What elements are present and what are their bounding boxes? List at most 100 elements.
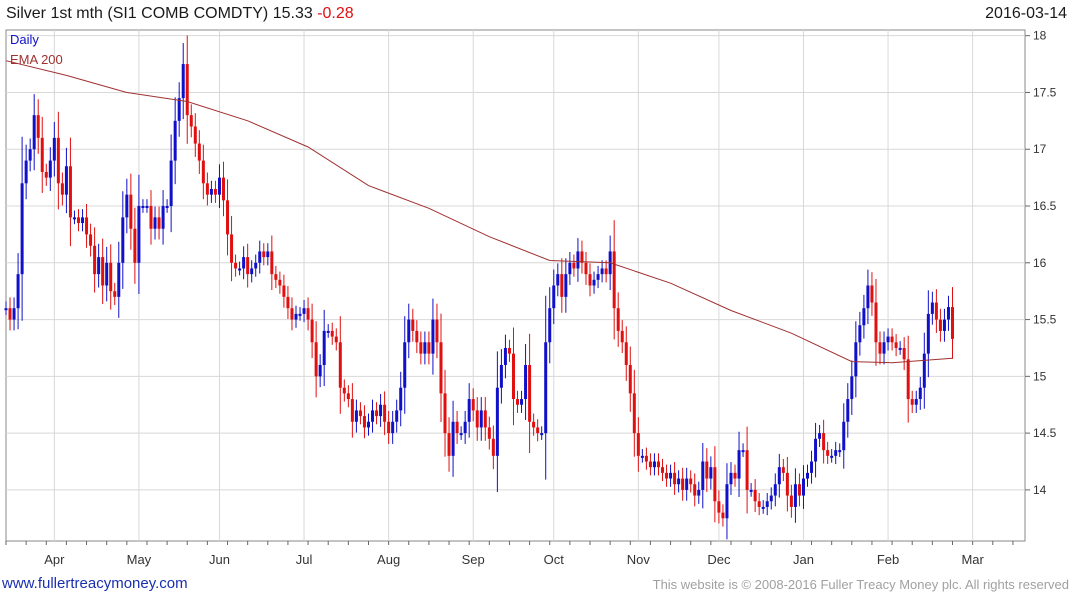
price-bar [930, 302, 934, 314]
price-bar [403, 342, 407, 388]
price-bar [689, 478, 693, 485]
price-bar [274, 274, 278, 280]
price-bar [471, 399, 475, 411]
x-tick-label: Oct [544, 552, 565, 567]
price-bar [177, 98, 181, 121]
x-tick-label: Feb [877, 552, 899, 567]
price-bar [161, 206, 165, 229]
price-bar [48, 160, 52, 178]
price-bar [648, 461, 652, 468]
price-bar [387, 421, 391, 434]
price-bar [858, 325, 862, 343]
price-bar [56, 137, 60, 184]
price-bar [544, 342, 548, 434]
price-bar [946, 307, 950, 320]
price-bar [781, 467, 785, 473]
price-bar [810, 461, 814, 473]
price-bar [669, 472, 673, 479]
price-bar [4, 308, 8, 311]
price-bar [52, 137, 56, 161]
price-bar [379, 404, 383, 417]
x-tick-label: Mar [961, 552, 984, 567]
y-tick-label: 15.5 [1033, 313, 1057, 327]
price-bar [725, 484, 729, 519]
price-bar [854, 342, 858, 377]
price-bar [624, 342, 628, 365]
price-bar [113, 291, 117, 297]
x-tick-label: Apr [44, 552, 65, 567]
price-bar [427, 342, 431, 354]
price-bar [346, 393, 350, 400]
price-bar [826, 450, 830, 456]
x-tick-label: May [127, 552, 152, 567]
price-bar [733, 472, 737, 479]
price-bar [818, 433, 822, 439]
price-bar [753, 489, 757, 502]
y-tick-label: 14 [1033, 483, 1047, 497]
price-bar [40, 137, 44, 172]
legend-daily: Daily [10, 32, 39, 47]
price-bar [842, 421, 846, 451]
price-bar [342, 387, 346, 394]
price-bar [777, 467, 781, 485]
price-bar [604, 268, 608, 275]
price-bar [487, 427, 491, 439]
price-bar [584, 262, 588, 275]
price-bar [511, 353, 515, 400]
price-bar [221, 177, 225, 201]
price-bar [89, 234, 93, 246]
price-bar [415, 330, 419, 343]
price-bar [81, 217, 85, 224]
price-bar [677, 478, 681, 485]
price-bar [548, 308, 552, 343]
price-bar [745, 450, 749, 490]
price-bar [906, 359, 910, 400]
price-bar [721, 512, 725, 519]
price-bar [250, 268, 254, 275]
price-bar [12, 308, 16, 320]
price-bar [350, 399, 354, 422]
y-tick-label: 16.5 [1033, 199, 1057, 213]
price-bar [294, 313, 298, 320]
price-bar [153, 217, 157, 229]
price-bar [330, 330, 334, 337]
price-bar [278, 279, 282, 286]
price-bar [729, 472, 733, 485]
price-bar [242, 257, 246, 269]
price-bar [238, 268, 242, 271]
price-bar [705, 461, 709, 479]
price-bar [407, 319, 411, 343]
price-bar [28, 149, 32, 161]
price-bar [213, 188, 217, 195]
price-bar [366, 421, 370, 428]
price-bar [874, 302, 878, 343]
price-bar [922, 353, 926, 388]
x-tick-label: Jul [296, 552, 313, 567]
price-bar [197, 143, 201, 161]
price-bar [536, 427, 540, 434]
price-bar [773, 484, 777, 496]
price-bar [822, 433, 826, 451]
price-bar [258, 251, 262, 263]
price-bar [741, 450, 745, 453]
price-bar [76, 217, 80, 224]
price-bar [93, 245, 97, 275]
price-bar [801, 478, 805, 496]
price-bar [298, 313, 302, 316]
price-bar [806, 472, 810, 479]
price-bar [419, 342, 423, 354]
price-bar [20, 183, 24, 275]
price-bar [125, 194, 129, 218]
site-link[interactable]: www.fullertreacymoney.com [2, 575, 188, 592]
price-bar [495, 387, 499, 456]
x-tick-label: Dec [707, 552, 731, 567]
x-tick-label: Nov [627, 552, 651, 567]
price-bar [266, 251, 270, 258]
price-bar [628, 364, 632, 394]
price-bar [713, 467, 717, 502]
price-bar [632, 393, 636, 434]
price-bar [467, 399, 471, 422]
price-bar [592, 279, 596, 286]
price-bar [483, 410, 487, 428]
price-bar [914, 399, 918, 405]
